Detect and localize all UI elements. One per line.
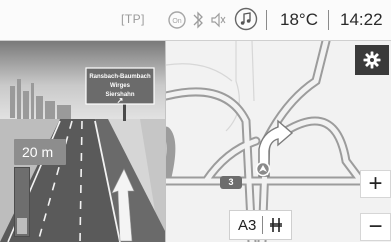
gear-icon [363, 51, 381, 69]
junction-view: Ransbach-Baumbach Wirges Siershahn ↗ 20 … [0, 41, 166, 242]
status-bar: [TP] On 18°C 14:22 [0, 0, 391, 41]
zoom-in-button[interactable]: + [360, 170, 391, 198]
current-road-label: A3 [229, 210, 292, 240]
distance-progress-fill [17, 218, 27, 234]
sign-destination: Ransbach-Baumbach [89, 74, 151, 80]
road-number-badge: 3 [220, 176, 242, 189]
distance-progress-bar [14, 167, 30, 237]
distance-to-turn: 20 m [14, 139, 66, 165]
nav-screen: [TP] On 18°C 14:22 Ransbach-Baumbach Wir… [0, 0, 391, 242]
outside-temperature: 18°C [280, 10, 318, 29]
sign-arrow-icon: ↗ [116, 96, 124, 105]
bluetooth-icon [191, 9, 205, 36]
map-settings-button[interactable] [355, 45, 389, 75]
traffic-program-indicator: [TP] [121, 12, 146, 26]
mute-icon [210, 9, 226, 36]
music-icon[interactable] [234, 7, 258, 36]
radio-on-icon: On [166, 9, 188, 36]
svg-text:On: On [172, 18, 181, 25]
clock: 14:22 [340, 10, 383, 29]
current-road-name: A3 [238, 216, 257, 234]
sign-destination: Wirges [110, 83, 130, 89]
status-separator [328, 10, 329, 30]
zoom-out-button[interactable]: − [360, 213, 391, 241]
status-separator [266, 10, 267, 30]
road-label-divider [262, 216, 264, 234]
motorway-junction-icon [270, 218, 283, 232]
